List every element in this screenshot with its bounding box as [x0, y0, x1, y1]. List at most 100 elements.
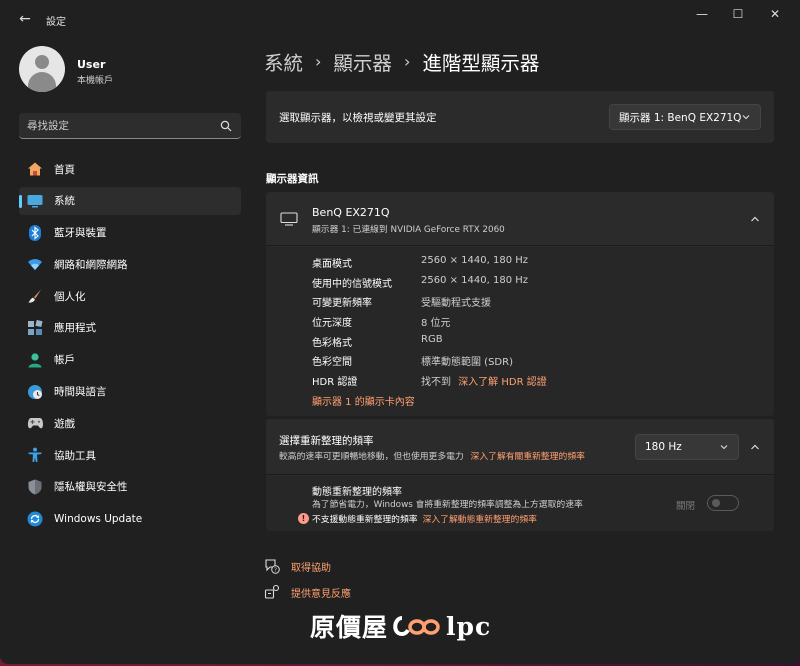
sidebar-item-label: Windows Update: [54, 512, 143, 525]
sidebar-nav: 首頁 系統 藍牙與裝置 網路和網際網路 個人化 應用程式 帳戶 時間與語言 遊戲…: [19, 155, 241, 537]
info-label: 色彩格式: [312, 338, 352, 349]
display-select-value: 顯示器 1: BenQ EX271Q: [619, 111, 742, 124]
info-value: 找不到 深入了解 HDR 認證: [421, 373, 547, 388]
refresh-rate-description-text: 較高的速率可更順暢地移動，但也使用更多電力: [279, 452, 464, 462]
sidebar-item-label: 網路和網際網路: [54, 258, 128, 271]
get-help-link[interactable]: ? 取得協助: [264, 557, 331, 575]
breadcrumb-system[interactable]: 系統: [264, 47, 303, 76]
dynamic-refresh-title: 動態重新整理的頻率: [312, 487, 402, 498]
chevron-up-icon[interactable]: [749, 441, 761, 453]
sidebar-item-label: 遊戲: [54, 417, 75, 430]
info-label: 位元深度: [312, 318, 352, 329]
dynamic-refresh-description: 為了節省電力，Windows 會將重新整理的頻率調整為上方選取的速率: [312, 500, 583, 510]
sidebar-item-label: 應用程式: [54, 322, 96, 335]
refresh-rate-card: 選擇重新整理的頻率 較高的速率可更順暢地移動，但也使用更多電力 深入了解有關重新…: [266, 419, 774, 531]
toggle-knob: [712, 499, 720, 507]
profile-name: User: [77, 58, 106, 71]
sidebar-item-label: 首頁: [54, 163, 75, 176]
update-icon: [26, 510, 44, 528]
breadcrumb-separator: ›: [315, 51, 322, 71]
sidebar-item-label: 個人化: [54, 290, 86, 303]
gamepad-icon: [26, 414, 44, 432]
info-value: 8 位元: [421, 318, 451, 329]
minimize-button[interactable]: —: [685, 6, 719, 22]
chevron-down-icon: [742, 115, 750, 120]
hdr-value: 找不到: [421, 377, 451, 388]
home-icon: [26, 160, 44, 178]
sidebar-item-label: 隱私權與安全性: [54, 481, 128, 494]
close-button[interactable]: ✕: [758, 6, 792, 22]
info-label: 可變更新頻率: [312, 298, 372, 309]
refresh-rate-value: 180 Hz: [645, 441, 682, 453]
page-title: 進階型顯示器: [422, 51, 540, 75]
display-connection: 顯示器 1: 已連線到 NVIDIA GeForce RTX 2060: [312, 225, 505, 235]
chevron-up-icon[interactable]: [749, 213, 761, 225]
refresh-rate-header: 選擇重新整理的頻率 較高的速率可更順暢地移動，但也使用更多電力 深入了解有關重新…: [266, 419, 774, 475]
sidebar-item-windows-update[interactable]: Windows Update: [19, 505, 241, 533]
info-label: 桌面模式: [312, 259, 352, 270]
breadcrumb-display[interactable]: 顯示器: [333, 47, 392, 76]
sidebar-item-apps[interactable]: 應用程式: [19, 314, 241, 342]
sidebar-item-system[interactable]: 系統: [19, 186, 241, 215]
sidebar-item-time-language[interactable]: 時間與語言: [19, 378, 241, 406]
shield-icon: [26, 478, 44, 496]
dynamic-refresh-section: 動態重新整理的頻率 為了節省電力，Windows 會將重新整理的頻率調整為上方選…: [266, 476, 774, 531]
monitor-icon: [280, 212, 298, 226]
profile-account-type: 本機帳戶: [77, 76, 114, 86]
dynamic-refresh-toggle[interactable]: [707, 495, 739, 511]
sidebar-item-label: 帳戶: [54, 354, 75, 367]
globe-clock-icon: [26, 383, 44, 401]
display-info-card: BenQ EX271Q 顯示器 1: 已連線到 NVIDIA GeForce R…: [266, 192, 774, 416]
chevron-down-icon: [720, 445, 728, 450]
sidebar-item-privacy[interactable]: 隱私權與安全性: [19, 473, 241, 501]
dynamic-refresh-warning-text: 不支援動態重新整理的頻率: [312, 515, 418, 525]
display-name: BenQ EX271Q: [312, 206, 390, 219]
refresh-rate-title: 選擇重新整理的頻率: [279, 435, 374, 447]
adapter-properties-link[interactable]: 顯示器 1 的顯示卡內容: [312, 393, 415, 409]
sidebar-item-personalization[interactable]: 個人化: [19, 282, 241, 310]
give-feedback-label: 提供意見反應: [291, 588, 351, 600]
title-bar: ← 設定 — ☐ ✕: [0, 0, 800, 40]
maximize-button[interactable]: ☐: [721, 6, 755, 22]
refresh-rate-description: 較高的速率可更順暢地移動，但也使用更多電力 深入了解有關重新整理的頻率: [279, 449, 585, 462]
sidebar-item-accessibility[interactable]: 協助工具: [19, 441, 241, 469]
sidebar-item-label: 系統: [54, 195, 75, 208]
display-info-details: 桌面模式 2560 × 1440, 180 Hz 使用中的信號模式 2560 ×…: [266, 247, 774, 416]
sidebar-item-gaming[interactable]: 遊戲: [19, 409, 241, 437]
display-info-section-title: 顯示器資訊: [266, 173, 319, 185]
refresh-rate-dropdown[interactable]: 180 Hz: [635, 434, 739, 460]
watermark-text-left: 原價屋: [310, 613, 389, 642]
system-icon: [26, 192, 44, 210]
feedback-icon: [264, 584, 280, 599]
display-info-header[interactable]: BenQ EX271Q 顯示器 1: 已連線到 NVIDIA GeForce R…: [266, 192, 774, 246]
get-help-label: 取得協助: [291, 562, 331, 574]
display-select-dropdown[interactable]: 顯示器 1: BenQ EX271Q: [609, 104, 761, 130]
avatar[interactable]: [19, 46, 65, 92]
sidebar-item-accounts[interactable]: 帳戶: [19, 346, 241, 374]
refresh-rate-learn-more-link[interactable]: 深入了解有關重新整理的頻率: [471, 452, 585, 462]
search-box[interactable]: [19, 113, 241, 139]
sidebar-item-home[interactable]: 首頁: [19, 155, 241, 183]
toggle-state-label: 關閉: [676, 501, 696, 512]
search-icon[interactable]: [220, 120, 232, 132]
give-feedback-link[interactable]: 提供意見反應: [264, 583, 351, 601]
brush-icon: [26, 287, 44, 305]
info-value: 受驅動程式支援: [421, 298, 491, 309]
info-label: 使用中的信號模式: [312, 279, 392, 290]
watermark-text-right: lpc: [446, 611, 492, 641]
select-display-label: 選取顯示器，以檢視或變更其設定: [279, 112, 437, 124]
app-title: 設定: [46, 17, 66, 28]
info-label: HDR 認證: [312, 377, 358, 388]
coolpc-logo-icon: [393, 616, 440, 637]
back-button[interactable]: ←: [12, 8, 38, 30]
sidebar-item-label: 藍牙與裝置: [54, 227, 107, 240]
sidebar-item-label: 協助工具: [54, 449, 96, 462]
coolpc-watermark: 原價屋 lpc: [310, 608, 491, 644]
breadcrumb: 系統 › 顯示器 › 進階型顯示器: [264, 46, 539, 76]
sidebar-item-bluetooth[interactable]: 藍牙與裝置: [19, 219, 241, 247]
sidebar-item-network[interactable]: 網路和網際網路: [19, 250, 241, 278]
dynamic-refresh-learn-more-link[interactable]: 深入了解動態重新整理的頻率: [423, 512, 537, 525]
accessibility-icon: [26, 446, 44, 464]
search-input[interactable]: [27, 113, 217, 139]
hdr-learn-more-link[interactable]: 深入了解 HDR 認證: [458, 377, 547, 388]
